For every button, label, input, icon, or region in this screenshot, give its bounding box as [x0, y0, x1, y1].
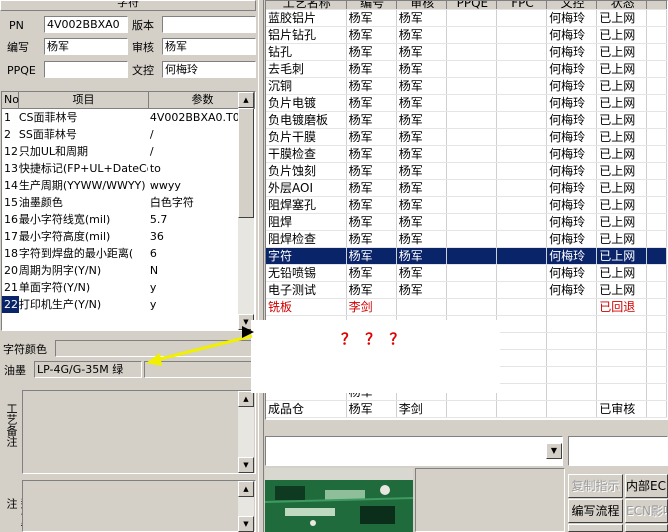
annotation-arrow: [146, 326, 254, 366]
